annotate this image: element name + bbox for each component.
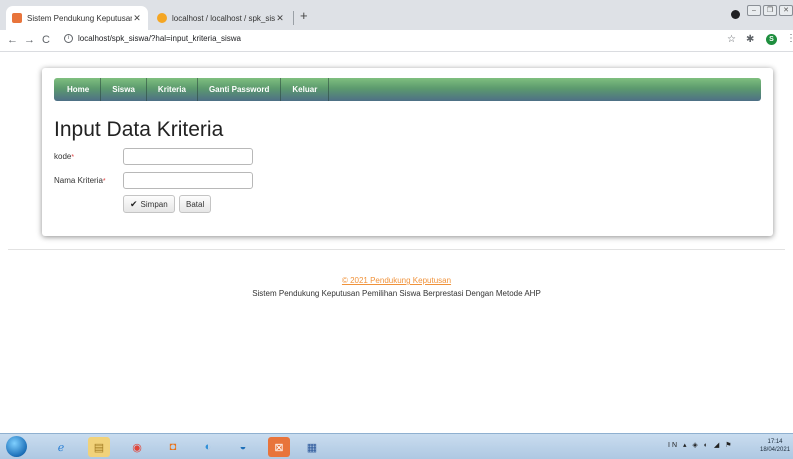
- close-icon[interactable]: ✕: [132, 13, 142, 24]
- tray-language: IN: [668, 442, 679, 449]
- tab-title: Sistem Pendukung Keputusan Pe: [27, 13, 132, 23]
- form-row-kode: kode*: [54, 148, 253, 165]
- nav-keluar[interactable]: Keluar: [281, 78, 330, 101]
- nama-kriteria-input[interactable]: [123, 172, 253, 189]
- browser-tab-active[interactable]: Sistem Pendukung Keputusan Pe ✕: [6, 6, 148, 30]
- info-icon[interactable]: i: [64, 34, 73, 43]
- new-tab-icon[interactable]: +: [300, 8, 308, 23]
- checkmark-icon: ✔: [130, 198, 138, 209]
- footer-tagline: Sistem Pendukung Keputusan Pemilihan Sis…: [252, 289, 541, 298]
- browser-tab-bar: Sistem Pendukung Keputusan Pe ✕ localhos…: [0, 0, 793, 30]
- reload-icon[interactable]: C: [42, 34, 50, 46]
- nav-kriteria[interactable]: Kriteria: [147, 78, 198, 101]
- word-icon[interactable]: ▦: [301, 437, 323, 457]
- browser-menu-icon[interactable]: ⋮: [786, 33, 793, 44]
- save-button-label: Simpan: [140, 199, 168, 209]
- spk-app-icon[interactable]: ⊠: [268, 437, 290, 457]
- close-window-icon[interactable]: ✕: [779, 5, 793, 16]
- start-button-icon[interactable]: [6, 436, 27, 457]
- content-card: Home Siswa Kriteria Ganti Password Kelua…: [42, 68, 773, 236]
- form-row-nama-kriteria: Nama Kriteria*: [54, 172, 253, 189]
- spk-favicon-icon: [12, 13, 22, 23]
- clock-time: 17:14: [767, 439, 783, 445]
- browser-tab-phpmyadmin[interactable]: localhost / localhost / spk_siswa ✕: [151, 6, 291, 30]
- browser-toolbar: ← → C i localhost/spk_siswa/?hal=input_k…: [0, 30, 793, 52]
- footer-divider: [8, 249, 785, 250]
- chrome-icon[interactable]: ◉: [126, 437, 148, 457]
- kode-input[interactable]: [123, 148, 253, 165]
- extensions-icon[interactable]: ✱: [746, 34, 754, 45]
- required-mark: *: [102, 178, 106, 185]
- page-title: Input Data Kriteria: [54, 118, 224, 141]
- windows-taskbar: ℯ ▤ ◉ ◘ ◐ ◒ ⊠ ▦ IN ▴ ◈ ◐ ◢ ⚑ 17:14 18/04…: [0, 433, 793, 459]
- nav-home[interactable]: Home: [54, 78, 102, 101]
- footer-copyright-link[interactable]: © 2021 Pendukung Keputusan: [0, 276, 793, 285]
- kode-label-text: kode: [54, 152, 72, 161]
- cancel-button-label: Batal: [186, 199, 205, 209]
- nav-siswa[interactable]: Siswa: [101, 78, 147, 101]
- internet-explorer-icon[interactable]: ℯ: [50, 437, 72, 457]
- app-icon[interactable]: ◐: [197, 437, 219, 457]
- xampp-icon[interactable]: ◘: [162, 437, 184, 457]
- clock-date: 18/04/2021: [760, 447, 791, 453]
- edge-icon[interactable]: ◒: [232, 437, 254, 457]
- save-button[interactable]: ✔ Simpan: [123, 195, 175, 213]
- nama-kriteria-label-text: Nama Kriteria: [54, 176, 103, 185]
- minimize-icon[interactable]: –: [747, 5, 761, 16]
- bookmark-star-icon[interactable]: ☆: [727, 34, 736, 45]
- forward-icon[interactable]: →: [24, 34, 35, 46]
- file-explorer-icon[interactable]: ▤: [88, 437, 110, 457]
- restore-icon[interactable]: ❐: [763, 5, 777, 16]
- tab-separator: [293, 11, 294, 25]
- system-clock[interactable]: 17:14 18/04/2021: [760, 438, 790, 454]
- close-icon[interactable]: ✕: [275, 13, 285, 24]
- nav-ganti-password[interactable]: Ganti Password: [198, 78, 282, 101]
- browser-status-icon: [731, 10, 740, 19]
- phpmyadmin-favicon-icon: [157, 13, 167, 23]
- address-bar[interactable]: localhost/spk_siswa/?hal=input_kriteria_…: [78, 34, 241, 43]
- nama-kriteria-label: Nama Kriteria*: [54, 176, 123, 185]
- main-navbar: Home Siswa Kriteria Ganti Password Kelua…: [54, 78, 761, 101]
- tab-title: localhost / localhost / spk_siswa: [172, 13, 275, 23]
- kode-label: kode*: [54, 152, 123, 161]
- back-icon[interactable]: ←: [7, 34, 18, 46]
- system-tray[interactable]: IN ▴ ◈ ◐ ◢ ⚑: [668, 441, 734, 449]
- cancel-button[interactable]: Batal: [179, 195, 212, 213]
- required-mark: *: [71, 154, 75, 161]
- profile-avatar[interactable]: S: [766, 34, 777, 45]
